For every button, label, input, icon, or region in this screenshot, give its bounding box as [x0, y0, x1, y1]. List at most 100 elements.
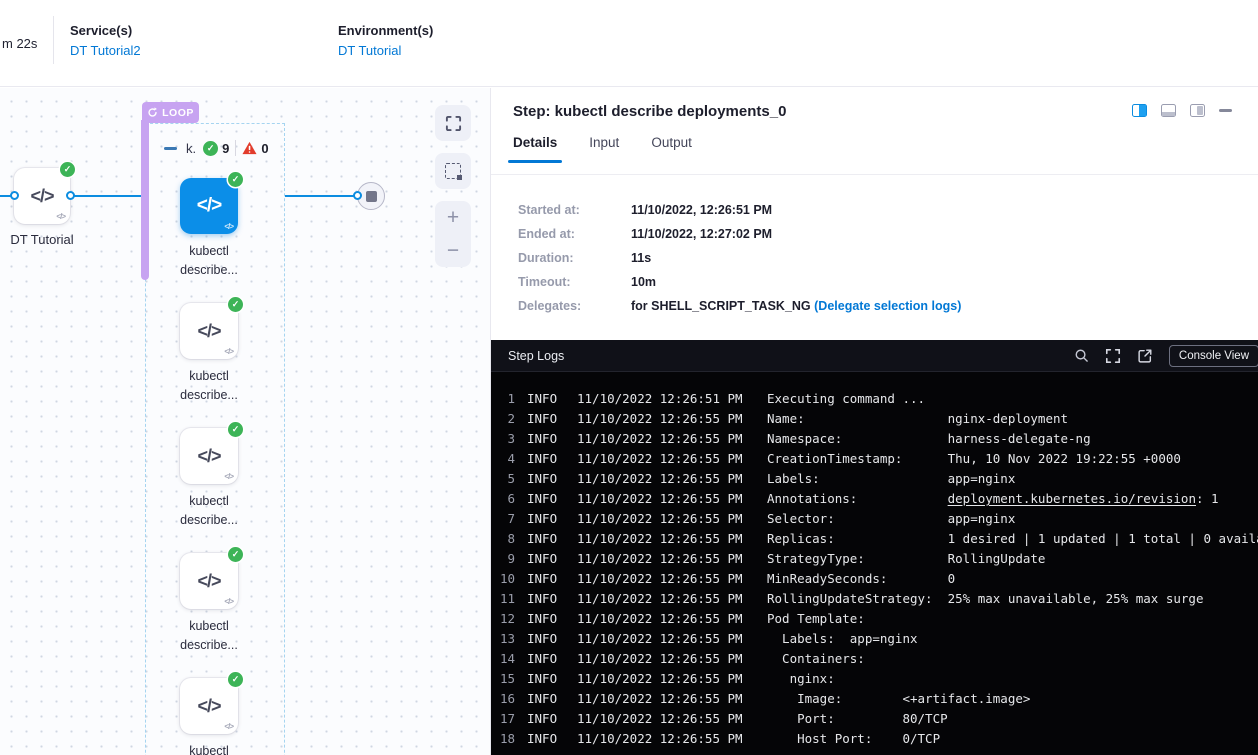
tab-input[interactable]: Input: [589, 135, 619, 163]
log-timestamp: 11/10/2022 12:26:55 PM: [577, 549, 749, 569]
log-message: Image: <+artifact.image>: [767, 689, 1030, 709]
zoom-in-button[interactable]: +: [435, 201, 471, 234]
step-logs-header: Step Logs Console View: [491, 340, 1258, 372]
log-message: Labels: app=nginx: [767, 629, 918, 649]
code-icon: </>: [197, 321, 220, 342]
minimize-panel-icon[interactable]: [1219, 109, 1232, 112]
log-timestamp: 11/10/2022 12:26:55 PM: [577, 709, 749, 729]
log-timestamp: 11/10/2022 12:26:55 PM: [577, 529, 749, 549]
log-level: INFO: [527, 469, 565, 489]
tab-output[interactable]: Output: [651, 135, 692, 163]
log-level: INFO: [527, 729, 565, 749]
step-group-header: k. ✓ 9 0: [164, 139, 273, 157]
success-count: 9: [222, 141, 229, 156]
log-line-number: 9: [491, 549, 515, 569]
log-line-number: 11: [491, 589, 515, 609]
marquee-select-icon: [445, 163, 461, 179]
log-fullscreen-icon[interactable]: [1105, 348, 1121, 364]
log-message-link[interactable]: deployment.kubernetes.io/revision: [948, 491, 1196, 506]
success-check-icon: ✓: [228, 547, 243, 562]
success-check-icon: ✓: [228, 297, 243, 312]
log-level: INFO: [527, 509, 565, 529]
layout-drawer-icon[interactable]: [1190, 104, 1205, 117]
step-node-kubectl-describe[interactable]: </></>✓: [180, 178, 238, 234]
log-level: INFO: [527, 569, 565, 589]
script-type-icon: </>: [224, 472, 233, 481]
log-line: 18INFO11/10/2022 12:26:55 PM Host Port: …: [491, 729, 1258, 749]
layout-right-split-icon[interactable]: [1132, 104, 1147, 117]
log-message: Host Port: 0/TCP: [767, 729, 940, 749]
step-node-kubectl-describe[interactable]: </></>✓: [180, 553, 238, 609]
loop-indicator-bar: [141, 120, 149, 280]
loop-badge-label: LOOP: [162, 107, 194, 119]
script-type-icon: </>: [56, 212, 65, 221]
delegate-selection-logs-link[interactable]: (Delegate selection logs): [814, 299, 961, 313]
edge-line: [285, 195, 357, 197]
log-line: 17INFO11/10/2022 12:26:55 PM Port: 80/TC…: [491, 709, 1258, 729]
canvas-select-button[interactable]: [435, 153, 471, 189]
environment-meta: Environment(s) DT Tutorial: [338, 23, 433, 58]
step-label-line2: describe...: [149, 636, 269, 655]
field-value: 11s: [631, 251, 651, 265]
log-line-number: 15: [491, 669, 515, 689]
stage-node-dt-tutorial[interactable]: </> </> ✓: [14, 168, 70, 224]
step-label-line2: describe...: [149, 511, 269, 530]
canvas-fullscreen-button[interactable]: [435, 105, 471, 141]
log-level: INFO: [527, 389, 565, 409]
service-link[interactable]: DT Tutorial2: [70, 43, 141, 58]
detail-field-row: Ended at:11/10/2022, 12:27:02 PM: [518, 222, 961, 246]
log-search-icon[interactable]: [1074, 348, 1089, 363]
log-level: INFO: [527, 669, 565, 689]
log-message: StrategyType: RollingUpdate: [767, 549, 1045, 569]
step-node-kubectl-describe[interactable]: </></>✓: [180, 678, 238, 734]
log-line: 4INFO11/10/2022 12:26:55 PMCreationTimes…: [491, 449, 1258, 469]
log-line-number: 1: [491, 389, 515, 409]
stage-node-label: DT Tutorial: [0, 232, 88, 247]
step-node-label: kubectldescribe...: [149, 492, 269, 530]
step-label-line1: kubectl: [149, 617, 269, 636]
step-title: Step: kubectl describe deployments_0: [513, 103, 786, 120]
step-node-kubectl-describe[interactable]: </></>✓: [180, 303, 238, 359]
log-timestamp: 11/10/2022 12:26:55 PM: [577, 629, 749, 649]
layout-bottom-split-icon[interactable]: [1161, 104, 1176, 117]
service-label: Service(s): [70, 23, 141, 38]
log-line: 7INFO11/10/2022 12:26:55 PMSelector: app…: [491, 509, 1258, 529]
tab-details[interactable]: Details: [513, 135, 557, 163]
log-line-number: 10: [491, 569, 515, 589]
group-header-divider: [235, 140, 236, 156]
console-view-button[interactable]: Console View: [1169, 345, 1258, 367]
log-message: Pod Template:: [767, 609, 865, 629]
log-line-number: 12: [491, 609, 515, 629]
environment-link[interactable]: DT Tutorial: [338, 43, 433, 58]
fullscreen-icon: [445, 115, 462, 132]
step-node-kubectl-describe[interactable]: </></>✓: [180, 428, 238, 484]
code-icon: </>: [197, 571, 220, 592]
log-line: 15INFO11/10/2022 12:26:55 PM nginx:: [491, 669, 1258, 689]
log-level: INFO: [527, 449, 565, 469]
log-message: CreationTimestamp: Thu, 10 Nov 2022 19:2…: [767, 449, 1181, 469]
open-in-new-tab-icon[interactable]: [1137, 348, 1153, 364]
log-level: INFO: [527, 549, 565, 569]
collapse-minus-icon[interactable]: [164, 147, 177, 150]
log-lines: 1INFO11/10/2022 12:26:51 PMExecuting com…: [491, 389, 1258, 749]
step-logs-console[interactable]: 1INFO11/10/2022 12:26:51 PMExecuting com…: [491, 372, 1258, 755]
pipeline-canvas[interactable]: </> </> ✓ DT Tutorial LOOP k. ✓ 9 0 </><…: [0, 88, 490, 755]
log-line-number: 16: [491, 689, 515, 709]
zoom-out-button[interactable]: −: [435, 234, 471, 267]
pipeline-execution-page: m 22s Service(s) DT Tutorial2 Environmen…: [0, 0, 1258, 755]
log-line-number: 13: [491, 629, 515, 649]
loop-badge[interactable]: LOOP: [142, 102, 199, 123]
log-message: Executing command ...: [767, 389, 925, 409]
log-timestamp: 11/10/2022 12:26:55 PM: [577, 509, 749, 529]
log-message: RollingUpdateStrategy: 25% max unavailab…: [767, 589, 1204, 609]
log-timestamp: 11/10/2022 12:26:55 PM: [577, 649, 749, 669]
success-check-icon: ✓: [60, 162, 75, 177]
environment-label: Environment(s): [338, 23, 433, 38]
execution-duration: m 22s: [2, 36, 37, 51]
log-line-number: 3: [491, 429, 515, 449]
log-line-number: 17: [491, 709, 515, 729]
field-value: for SHELL_SCRIPT_TASK_NG (Delegate selec…: [631, 299, 961, 313]
edge-port-dot: [66, 191, 75, 200]
log-line: 14INFO11/10/2022 12:26:55 PM Containers:: [491, 649, 1258, 669]
log-line: 2INFO11/10/2022 12:26:55 PMName: nginx-d…: [491, 409, 1258, 429]
